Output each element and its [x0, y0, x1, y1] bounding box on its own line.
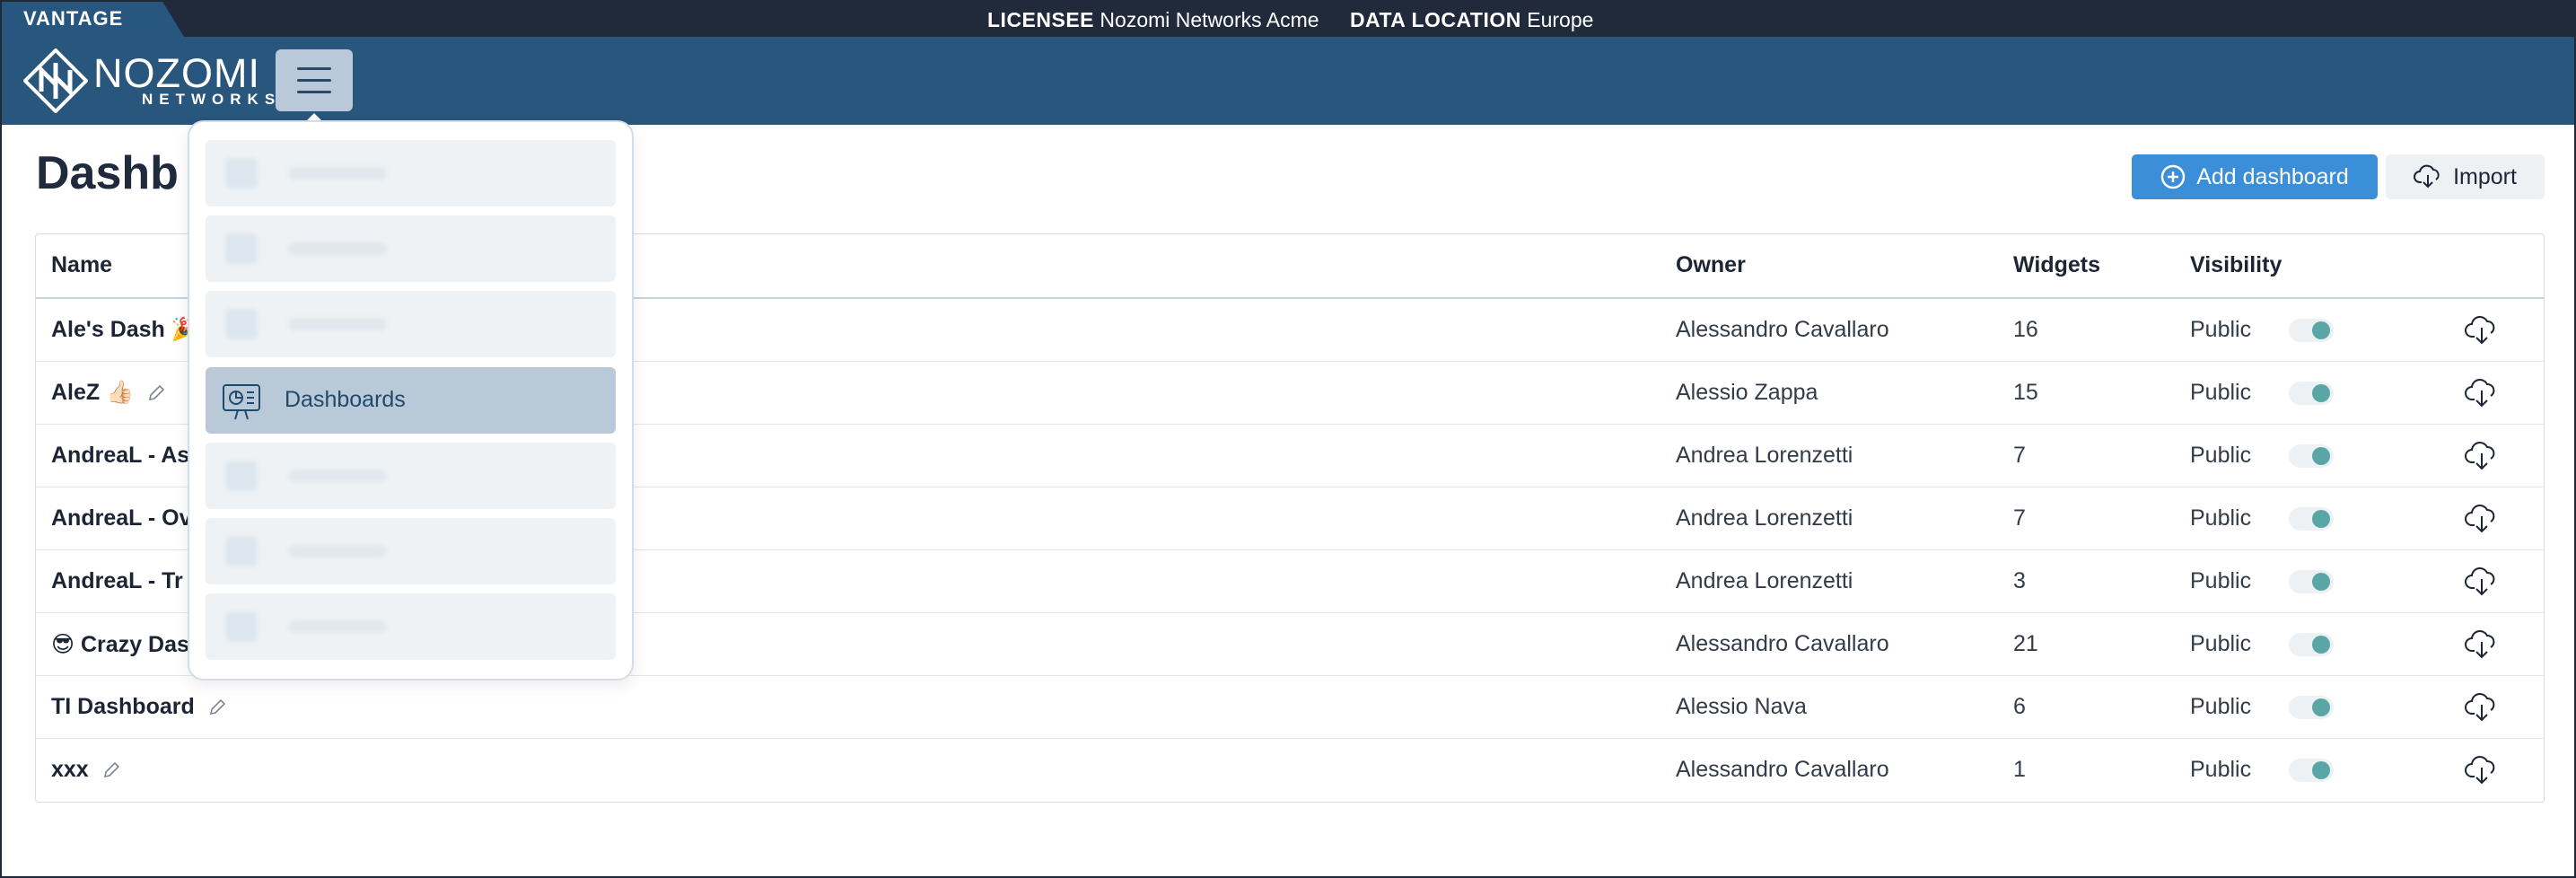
- dashboard-name[interactable]: 😎 Crazy Das: [51, 631, 189, 658]
- column-owner[interactable]: Owner: [1676, 252, 1746, 278]
- plus-circle-icon: [2160, 164, 2186, 189]
- edit-pencil-icon[interactable]: [146, 383, 166, 403]
- visibility-toggle[interactable]: [2289, 319, 2334, 342]
- product-name: VANTAGE: [23, 7, 124, 30]
- add-dashboard-button[interactable]: Add dashboard: [2132, 154, 2378, 199]
- dashboard-owner: Alessandro Cavallaro: [1676, 631, 1889, 656]
- visibility-label: Public: [2190, 631, 2252, 656]
- dashboard-name[interactable]: Ale's Dash 🎉: [51, 317, 199, 343]
- dashboard-name-wrap[interactable]: TI Dashboard: [51, 694, 227, 720]
- widget-count: 7: [2013, 443, 2026, 468]
- visibility-toggle[interactable]: [2289, 570, 2334, 593]
- visibility-toggle[interactable]: [2289, 444, 2334, 468]
- dashboard-name[interactable]: AndreaL - As: [51, 443, 189, 469]
- column-widgets[interactable]: Widgets: [2013, 252, 2100, 278]
- widget-count: 3: [2013, 568, 2026, 593]
- dashboard-name[interactable]: AndreaL - Ov: [51, 505, 192, 531]
- visibility-label: Public: [2190, 380, 2252, 405]
- logo-subtitle: NETWORKS: [142, 91, 282, 108]
- dashboard-name[interactable]: TI Dashboard: [51, 694, 195, 720]
- dashboard-name-wrap[interactable]: xxx: [51, 757, 121, 783]
- logo-wordmark: NOZOMI: [93, 50, 260, 96]
- column-name[interactable]: Name: [51, 252, 112, 278]
- dashboard-owner: Alessio Nava: [1676, 694, 1807, 719]
- licensee-value: Nozomi Networks Acme: [1100, 8, 1319, 31]
- menu-item-blurred[interactable]: [206, 215, 616, 282]
- download-icon[interactable]: [2465, 378, 2499, 408]
- visibility-toggle[interactable]: [2289, 507, 2334, 531]
- download-icon[interactable]: [2465, 566, 2499, 597]
- dashboard-owner: Andrea Lorenzetti: [1676, 568, 1853, 593]
- data-location-label: DATA LOCATION: [1349, 8, 1521, 31]
- dashboard-owner: Alessio Zappa: [1676, 380, 1818, 405]
- visibility-toggle[interactable]: [2289, 696, 2334, 719]
- column-visibility[interactable]: Visibility: [2190, 252, 2282, 278]
- download-icon[interactable]: [2465, 629, 2499, 660]
- license-bar: VANTAGE LICENSEE Nozomi Networks Acme DA…: [0, 0, 2576, 37]
- table-row[interactable]: TI Dashboard Alessio Nava 6 Public: [36, 675, 2544, 739]
- menu-item-blurred[interactable]: [206, 291, 616, 357]
- visibility-toggle[interactable]: [2289, 759, 2334, 782]
- visibility-label: Public: [2190, 317, 2252, 342]
- widget-count: 16: [2013, 317, 2038, 342]
- import-button[interactable]: Import: [2386, 154, 2545, 199]
- widget-count: 1: [2013, 757, 2026, 782]
- dashboard-owner: Andrea Lorenzetti: [1676, 505, 1853, 531]
- dashboard-monitor-icon: [223, 384, 260, 420]
- visibility-label: Public: [2190, 505, 2252, 531]
- dashboard-name[interactable]: AleZ 👍🏻: [51, 380, 134, 406]
- data-location-value: Europe: [1527, 8, 1594, 31]
- license-info: LICENSEE Nozomi Networks Acme DATA LOCAT…: [987, 8, 1618, 32]
- visibility-label: Public: [2190, 443, 2252, 468]
- visibility-toggle[interactable]: [2289, 633, 2334, 656]
- menu-item-dashboards[interactable]: Dashboards: [206, 367, 616, 434]
- widget-count: 21: [2013, 631, 2038, 656]
- menu-item-blurred[interactable]: [206, 140, 616, 206]
- download-icon[interactable]: [2465, 315, 2499, 346]
- cloud-download-icon: [2414, 164, 2440, 189]
- import-label: Import: [2453, 163, 2517, 189]
- dashboard-owner: Andrea Lorenzetti: [1676, 443, 1853, 468]
- widget-count: 7: [2013, 505, 2026, 531]
- visibility-label: Public: [2190, 757, 2252, 782]
- add-dashboard-label: Add dashboard: [2196, 163, 2349, 189]
- download-icon[interactable]: [2465, 692, 2499, 723]
- download-icon[interactable]: [2465, 755, 2499, 786]
- dashboard-name[interactable]: xxx: [51, 757, 89, 783]
- edit-pencil-icon[interactable]: [101, 760, 121, 780]
- widget-count: 15: [2013, 380, 2038, 405]
- licensee-label: LICENSEE: [987, 8, 1095, 31]
- menu-toggle-button[interactable]: [276, 49, 353, 122]
- visibility-toggle[interactable]: [2289, 382, 2334, 405]
- app-header: [0, 37, 2576, 125]
- table-row[interactable]: xxx Alessandro Cavallaro 1 Public: [36, 738, 2544, 801]
- page-title: Dashb: [36, 147, 179, 199]
- navigation-menu: Dashboards: [188, 120, 634, 680]
- visibility-label: Public: [2190, 694, 2252, 719]
- widget-count: 6: [2013, 694, 2026, 719]
- dashboard-owner: Alessandro Cavallaro: [1676, 317, 1889, 342]
- menu-item-blurred[interactable]: [206, 518, 616, 584]
- download-icon[interactable]: [2465, 441, 2499, 471]
- download-icon[interactable]: [2465, 504, 2499, 534]
- dashboard-owner: Alessandro Cavallaro: [1676, 757, 1889, 782]
- dashboard-name[interactable]: AndreaL - Tr: [51, 568, 183, 594]
- nozomi-logo-icon: [23, 48, 88, 113]
- menu-item-blurred[interactable]: [206, 443, 616, 509]
- visibility-label: Public: [2190, 568, 2252, 593]
- menu-item-blurred[interactable]: [206, 593, 616, 660]
- dashboard-name-wrap[interactable]: AleZ 👍🏻: [51, 380, 166, 406]
- menu-item-label: Dashboards: [285, 387, 406, 412]
- edit-pencil-icon[interactable]: [207, 698, 227, 717]
